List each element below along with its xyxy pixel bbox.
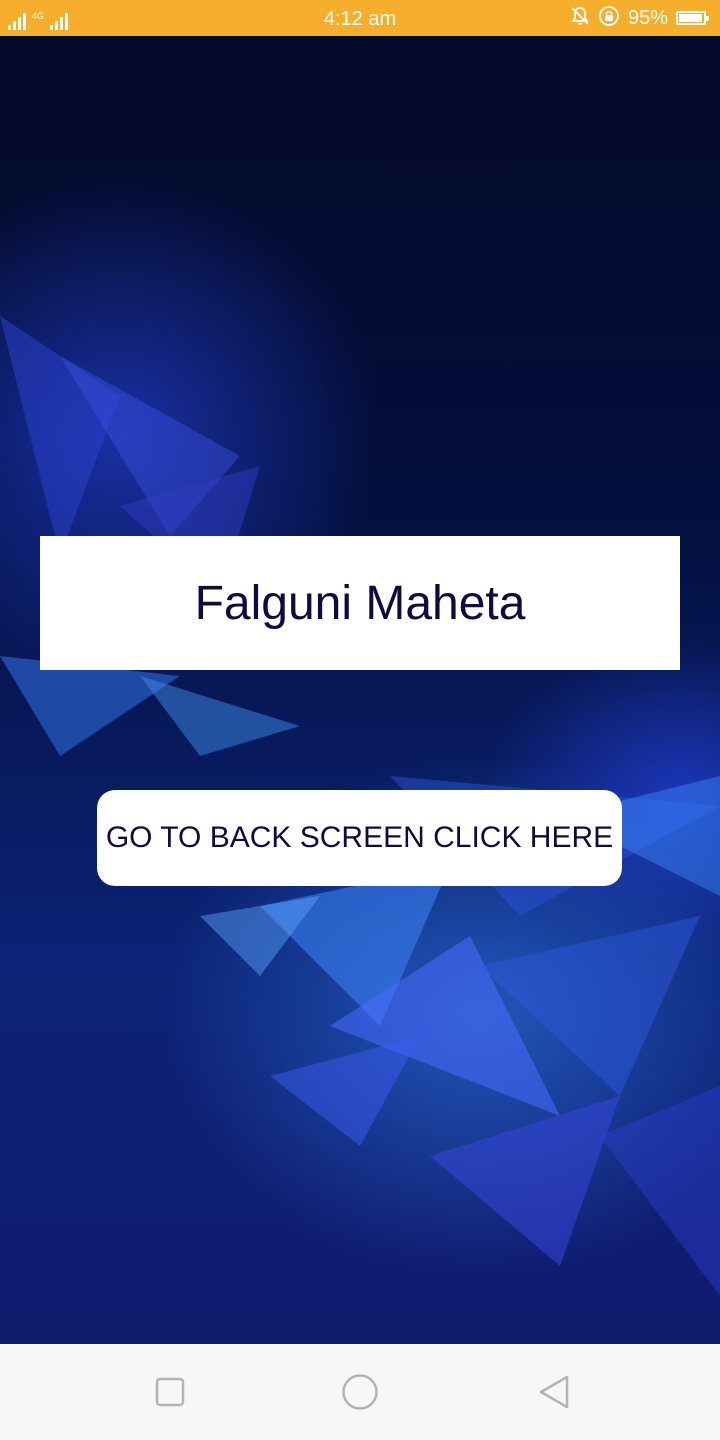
- status-right: 95%: [570, 5, 709, 32]
- status-bar: 4G 4:12 am 95%: [0, 0, 720, 36]
- mute-bell-icon: [570, 6, 590, 31]
- battery-icon: [676, 11, 709, 25]
- battery-percent: 95%: [627, 7, 668, 29]
- name-text: Falguni Maheta: [194, 576, 526, 630]
- rotation-lock-icon: [598, 5, 620, 32]
- home-icon[interactable]: [340, 1372, 380, 1412]
- recent-apps-icon[interactable]: [150, 1372, 190, 1412]
- main-screen: Falguni Maheta GO TO BACK SCREEN CLICK H…: [0, 36, 720, 1344]
- navigation-bar: [0, 1344, 720, 1440]
- go-back-button-label: GO TO BACK SCREEN CLICK HERE: [105, 821, 614, 854]
- go-back-button[interactable]: GO TO BACK SCREEN CLICK HERE: [97, 790, 622, 886]
- back-icon[interactable]: [534, 1372, 574, 1412]
- name-card: Falguni Maheta: [40, 536, 680, 670]
- background-image: [0, 176, 720, 1296]
